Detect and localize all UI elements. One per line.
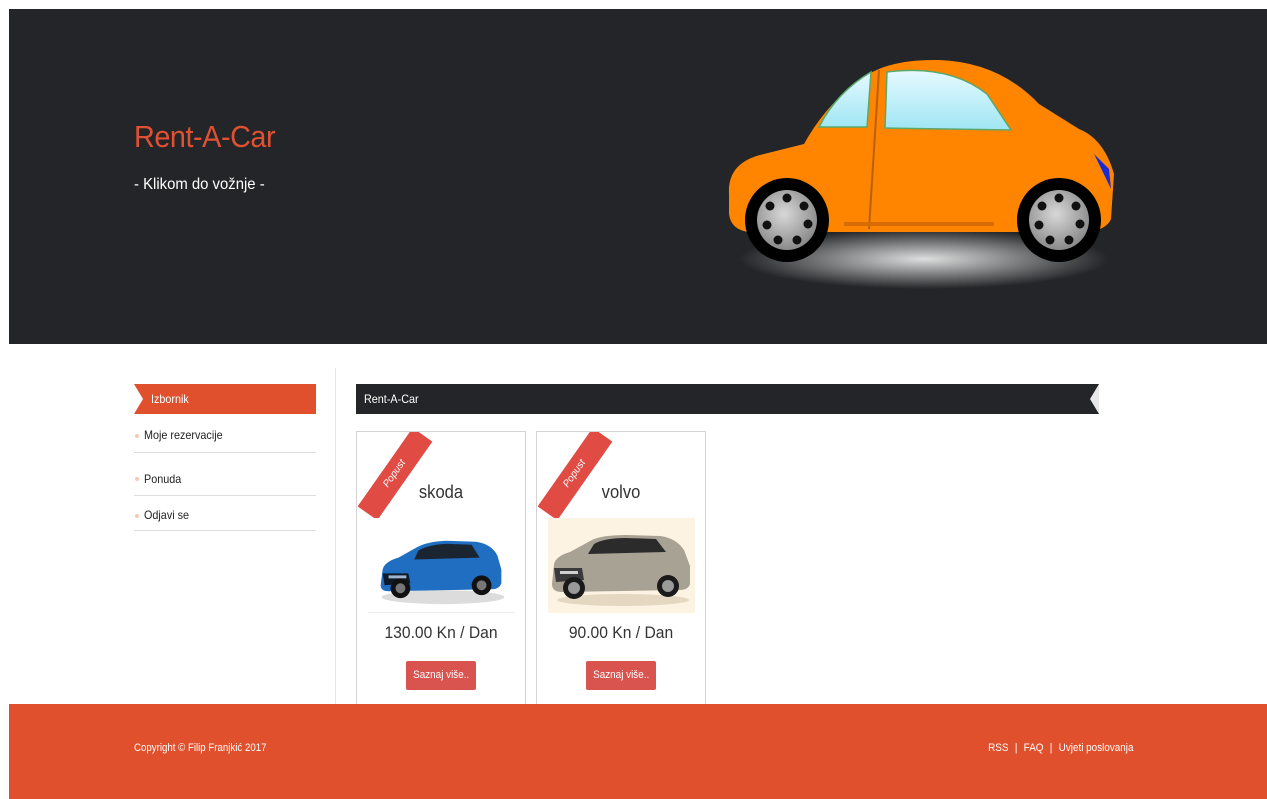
sidebar-item-ponuda[interactable]: Ponuda xyxy=(134,453,316,496)
footer-link-faq[interactable]: FAQ xyxy=(1024,742,1044,754)
cartoon-car-illustration xyxy=(728,59,1114,289)
sidebar-item-moje-rezervacije[interactable]: Moje rezervacije xyxy=(134,414,316,453)
details-button-label: Saznaj više.. xyxy=(412,669,470,681)
sidebar-heading-label: Izbornik xyxy=(151,392,189,406)
hero-banner: Rent-A-Car - Klikom do vožnje - xyxy=(9,9,1267,344)
discount-ribbon: Popust xyxy=(537,432,613,521)
sidebar-item-odjavi-se[interactable]: Odjavi se xyxy=(134,496,316,531)
car-card-skoda: Popust skoda 130.00 Kn / Dan Saznaj više… xyxy=(356,431,526,706)
discount-ribbon: Popust xyxy=(357,432,433,521)
footer-link-rss[interactable]: RSS xyxy=(989,742,1009,754)
link-separator: | xyxy=(1050,742,1053,754)
bullet-icon xyxy=(135,477,139,481)
details-button[interactable]: Saznaj više.. xyxy=(586,661,656,690)
car-card-volvo: Popust volvo 90.00 Kn / Dan Saznaj više.… xyxy=(536,431,706,706)
site-tagline: - Klikom do vožnje - xyxy=(134,176,265,193)
details-button[interactable]: Saznaj više.. xyxy=(406,661,476,690)
sidebar-menu: Izbornik Moje rezervacije Ponuda Odjavi … xyxy=(134,384,316,531)
car-photo-volvo xyxy=(548,518,695,613)
footer-links: RSS | FAQ | Uvjeti poslovanja xyxy=(989,742,1134,754)
car-price: 90.00 Kn / Dan xyxy=(568,623,674,642)
content-title: Rent-A-Car xyxy=(364,392,419,406)
car-name: volvo xyxy=(601,482,641,502)
footer: Copyright © Filip Franjkić 2017 RSS | FAQ |… xyxy=(9,704,1267,799)
copyright-text: Copyright © Filip Franjkić 2017 xyxy=(134,742,267,754)
link-separator: | xyxy=(1015,742,1018,754)
footer-link-uvjeti-poslovanja[interactable]: Uvjeti poslovanja xyxy=(1059,742,1134,754)
bullet-icon xyxy=(135,434,139,438)
car-name: skoda xyxy=(418,482,464,502)
details-button-label: Saznaj više.. xyxy=(592,669,650,681)
sidebar-item-label: Odjavi se xyxy=(144,508,190,522)
bullet-icon xyxy=(135,514,139,518)
sidebar-heading: Izbornik xyxy=(134,384,316,414)
content-title-bar: Rent-A-Car xyxy=(356,384,1099,414)
vertical-divider xyxy=(335,368,336,704)
site-title: Rent-A-Car xyxy=(134,119,276,154)
car-photo-skoda xyxy=(368,518,515,613)
sidebar-item-label: Moje rezervacije xyxy=(144,428,223,442)
car-price: 130.00 Kn / Dan xyxy=(384,623,498,642)
